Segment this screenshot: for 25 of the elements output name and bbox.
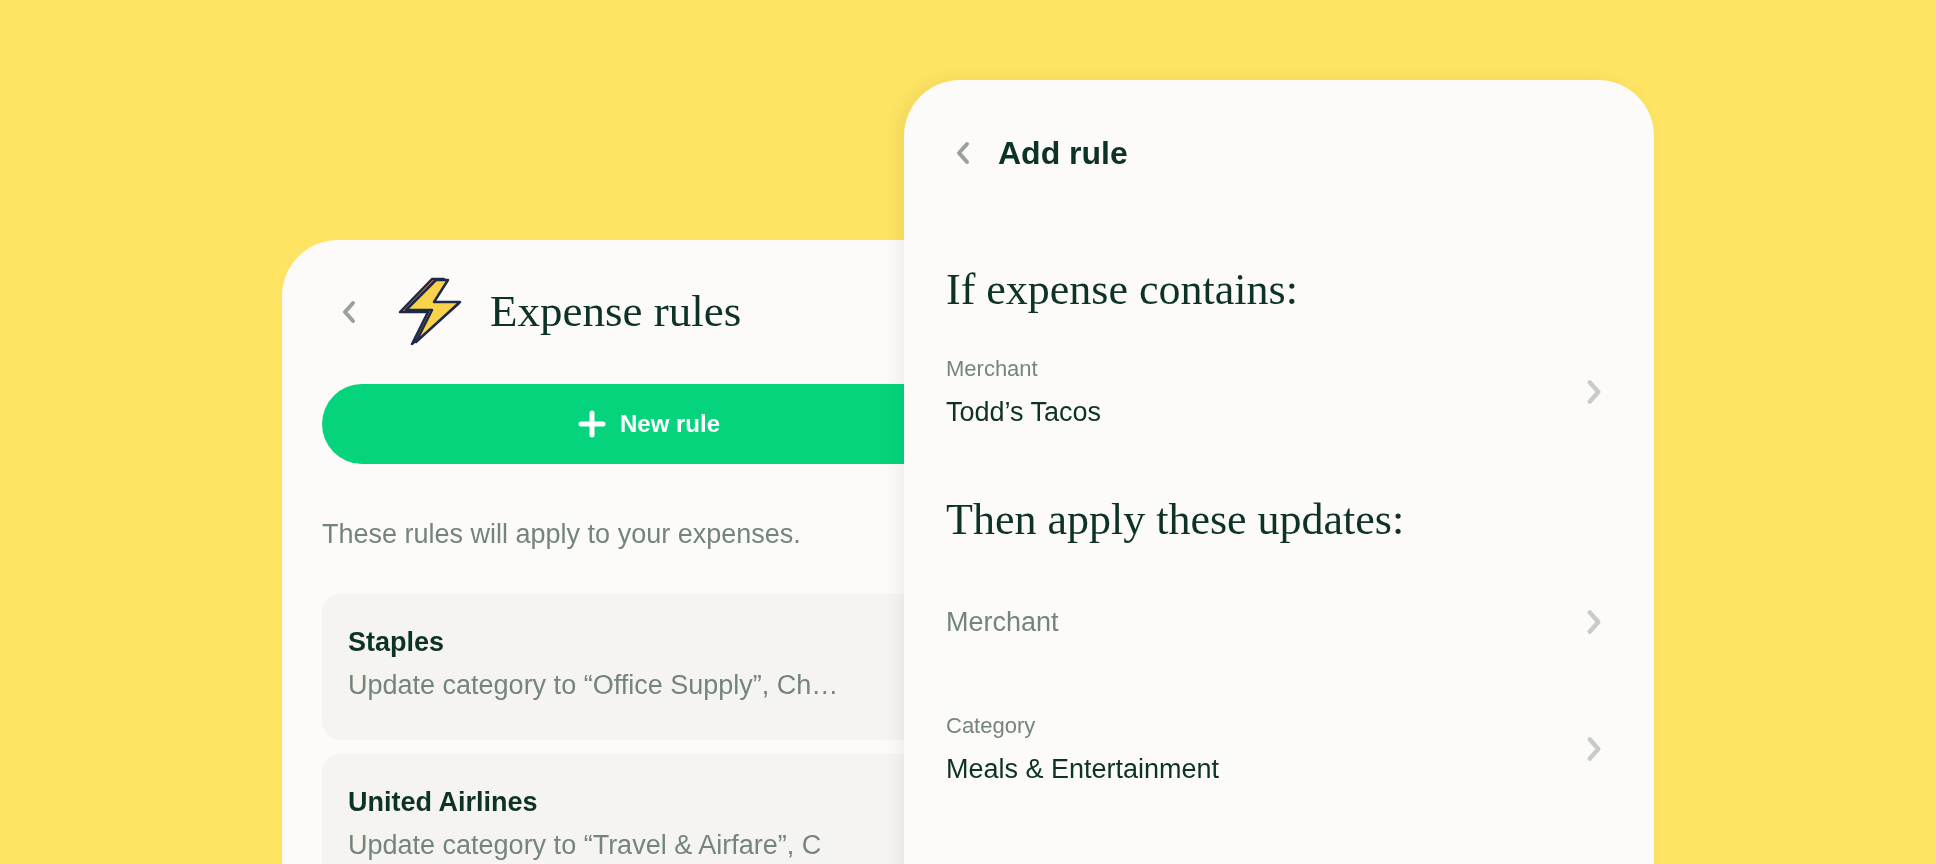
- rule-summary: Update category to “Travel & Airfare”, C: [348, 829, 823, 862]
- field-value: Todd’s Tacos: [946, 396, 1102, 428]
- screen-title: Expense rules: [490, 285, 742, 339]
- field-row[interactable]: Merchant Todd’s Tacos: [946, 344, 1612, 440]
- field-label: Category: [946, 713, 1037, 739]
- rule-card[interactable]: Staples Update category to “Office Supply”, Ch…: [322, 594, 904, 740]
- field-value: Meals & Entertainment: [946, 753, 1220, 785]
- field-row[interactable]: Merchant: [946, 574, 1612, 670]
- back-button[interactable]: [956, 141, 970, 165]
- screen-title: Add rule: [998, 134, 1128, 173]
- field-placeholder: Merchant: [946, 606, 1059, 638]
- plus-icon: [578, 410, 606, 438]
- section-heading: Then apply these updates:: [946, 496, 1406, 544]
- field-row[interactable]: Category Meals & Entertainment: [946, 701, 1612, 797]
- description-text: These rules will apply to your expenses.: [322, 518, 802, 550]
- section-heading: If expense contains:: [946, 266, 1299, 314]
- back-button[interactable]: [342, 300, 356, 324]
- chevron-right-icon: [1586, 379, 1602, 405]
- rule-name: United Airlines: [348, 786, 539, 818]
- field-label: Merchant: [946, 356, 1039, 382]
- rule-card[interactable]: United Airlines Update category to “Travel & Airfare”, C: [322, 754, 904, 864]
- chevron-right-icon: [1586, 609, 1602, 635]
- rule-summary: Update category to “Office Supply”, Ch…: [348, 669, 840, 702]
- chevron-right-icon: [1586, 736, 1602, 762]
- rule-name: Staples: [348, 626, 446, 658]
